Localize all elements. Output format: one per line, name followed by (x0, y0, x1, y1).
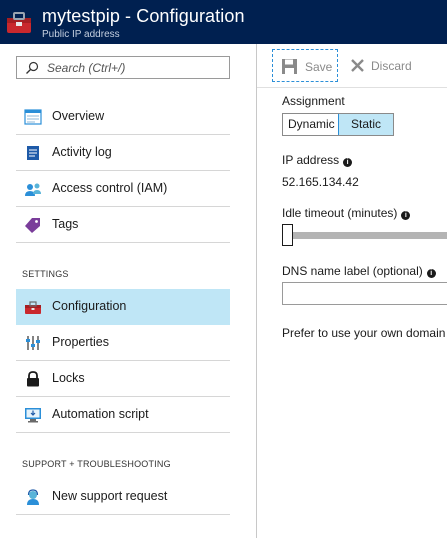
section-label-support: SUPPORT + TROUBLESHOOTING (22, 459, 171, 469)
sidebar-item-tags[interactable]: Tags (16, 207, 230, 243)
dns-name-input[interactable] (282, 282, 447, 305)
discard-button[interactable]: Discard (345, 49, 415, 82)
blade-header: mytestpip - Configuration Public IP addr… (0, 0, 447, 44)
sidebar: Overview Activity log Access control (IA… (0, 44, 256, 538)
sidebar-item-new-support-request[interactable]: New support request (16, 479, 230, 515)
sidebar-item-configuration[interactable]: Configuration (16, 289, 230, 325)
sidebar-item-label: New support request (52, 489, 168, 503)
page-subtitle: Public IP address (42, 29, 120, 40)
toolbox-icon (7, 12, 31, 33)
assignment-option-dynamic[interactable]: Dynamic (283, 114, 338, 135)
custom-domain-note: Prefer to use your own domain (282, 326, 446, 340)
sidebar-item-access-control[interactable]: Access control (IAM) (16, 171, 230, 207)
activity-log-icon (27, 146, 39, 160)
sidebar-item-label: Activity log (52, 145, 112, 159)
close-icon (351, 59, 364, 72)
sidebar-item-activity-log[interactable]: Activity log (16, 135, 230, 171)
sidebar-item-automation-script[interactable]: Automation script (16, 397, 230, 433)
overview-icon (24, 109, 42, 125)
search-icon (26, 61, 39, 74)
dns-label-text: DNS name label (optional) (282, 264, 423, 278)
dns-label: DNS name label (optional) i (282, 264, 436, 278)
automation-script-icon (25, 408, 41, 423)
properties-icon (26, 336, 40, 350)
idle-timeout-label: Idle timeout (minutes) i (282, 206, 411, 220)
command-bar: Save Discard (257, 44, 447, 88)
idle-timeout-label-text: Idle timeout (minutes) (282, 206, 398, 220)
section-label-settings: SETTINGS (22, 269, 69, 279)
save-label: Save (305, 60, 333, 74)
info-icon[interactable]: i (426, 269, 436, 278)
panel-divider (256, 44, 257, 538)
assignment-label: Assignment (282, 94, 345, 108)
ip-address-label: IP address i (282, 153, 353, 167)
lock-icon (27, 371, 39, 387)
toolbox-icon (25, 301, 41, 314)
idle-timeout-slider-track[interactable] (288, 232, 447, 239)
sidebar-item-label: Tags (52, 217, 79, 231)
sidebar-item-label: Automation script (52, 407, 149, 421)
page-title: mytestpip - Configuration (42, 6, 245, 26)
save-icon (282, 59, 297, 74)
sidebar-item-label: Overview (52, 109, 105, 123)
sidebar-item-label: Configuration (52, 299, 127, 313)
ip-address-label-text: IP address (282, 153, 340, 167)
sidebar-item-overview[interactable]: Overview (16, 99, 230, 135)
support-icon (27, 489, 39, 505)
sidebar-item-locks[interactable]: Locks (16, 361, 230, 397)
tag-icon (25, 218, 40, 233)
search-box (16, 56, 230, 79)
info-icon[interactable]: i (401, 211, 411, 220)
iam-icon (25, 183, 41, 196)
save-button[interactable]: Save (272, 49, 338, 82)
assignment-option-static[interactable]: Static (338, 114, 393, 135)
search-input[interactable] (47, 59, 225, 76)
sidebar-item-label: Properties (52, 335, 109, 349)
assignment-toggle: Dynamic Static (282, 113, 394, 136)
sidebar-item-label: Access control (IAM) (52, 181, 168, 195)
info-icon[interactable]: i (343, 158, 353, 167)
idle-timeout-slider-thumb[interactable] (282, 224, 293, 246)
ip-address-value: 52.165.134.42 (282, 175, 359, 189)
sidebar-item-label: Locks (52, 371, 85, 385)
sidebar-item-properties[interactable]: Properties (16, 325, 230, 361)
discard-label: Discard (371, 59, 412, 73)
